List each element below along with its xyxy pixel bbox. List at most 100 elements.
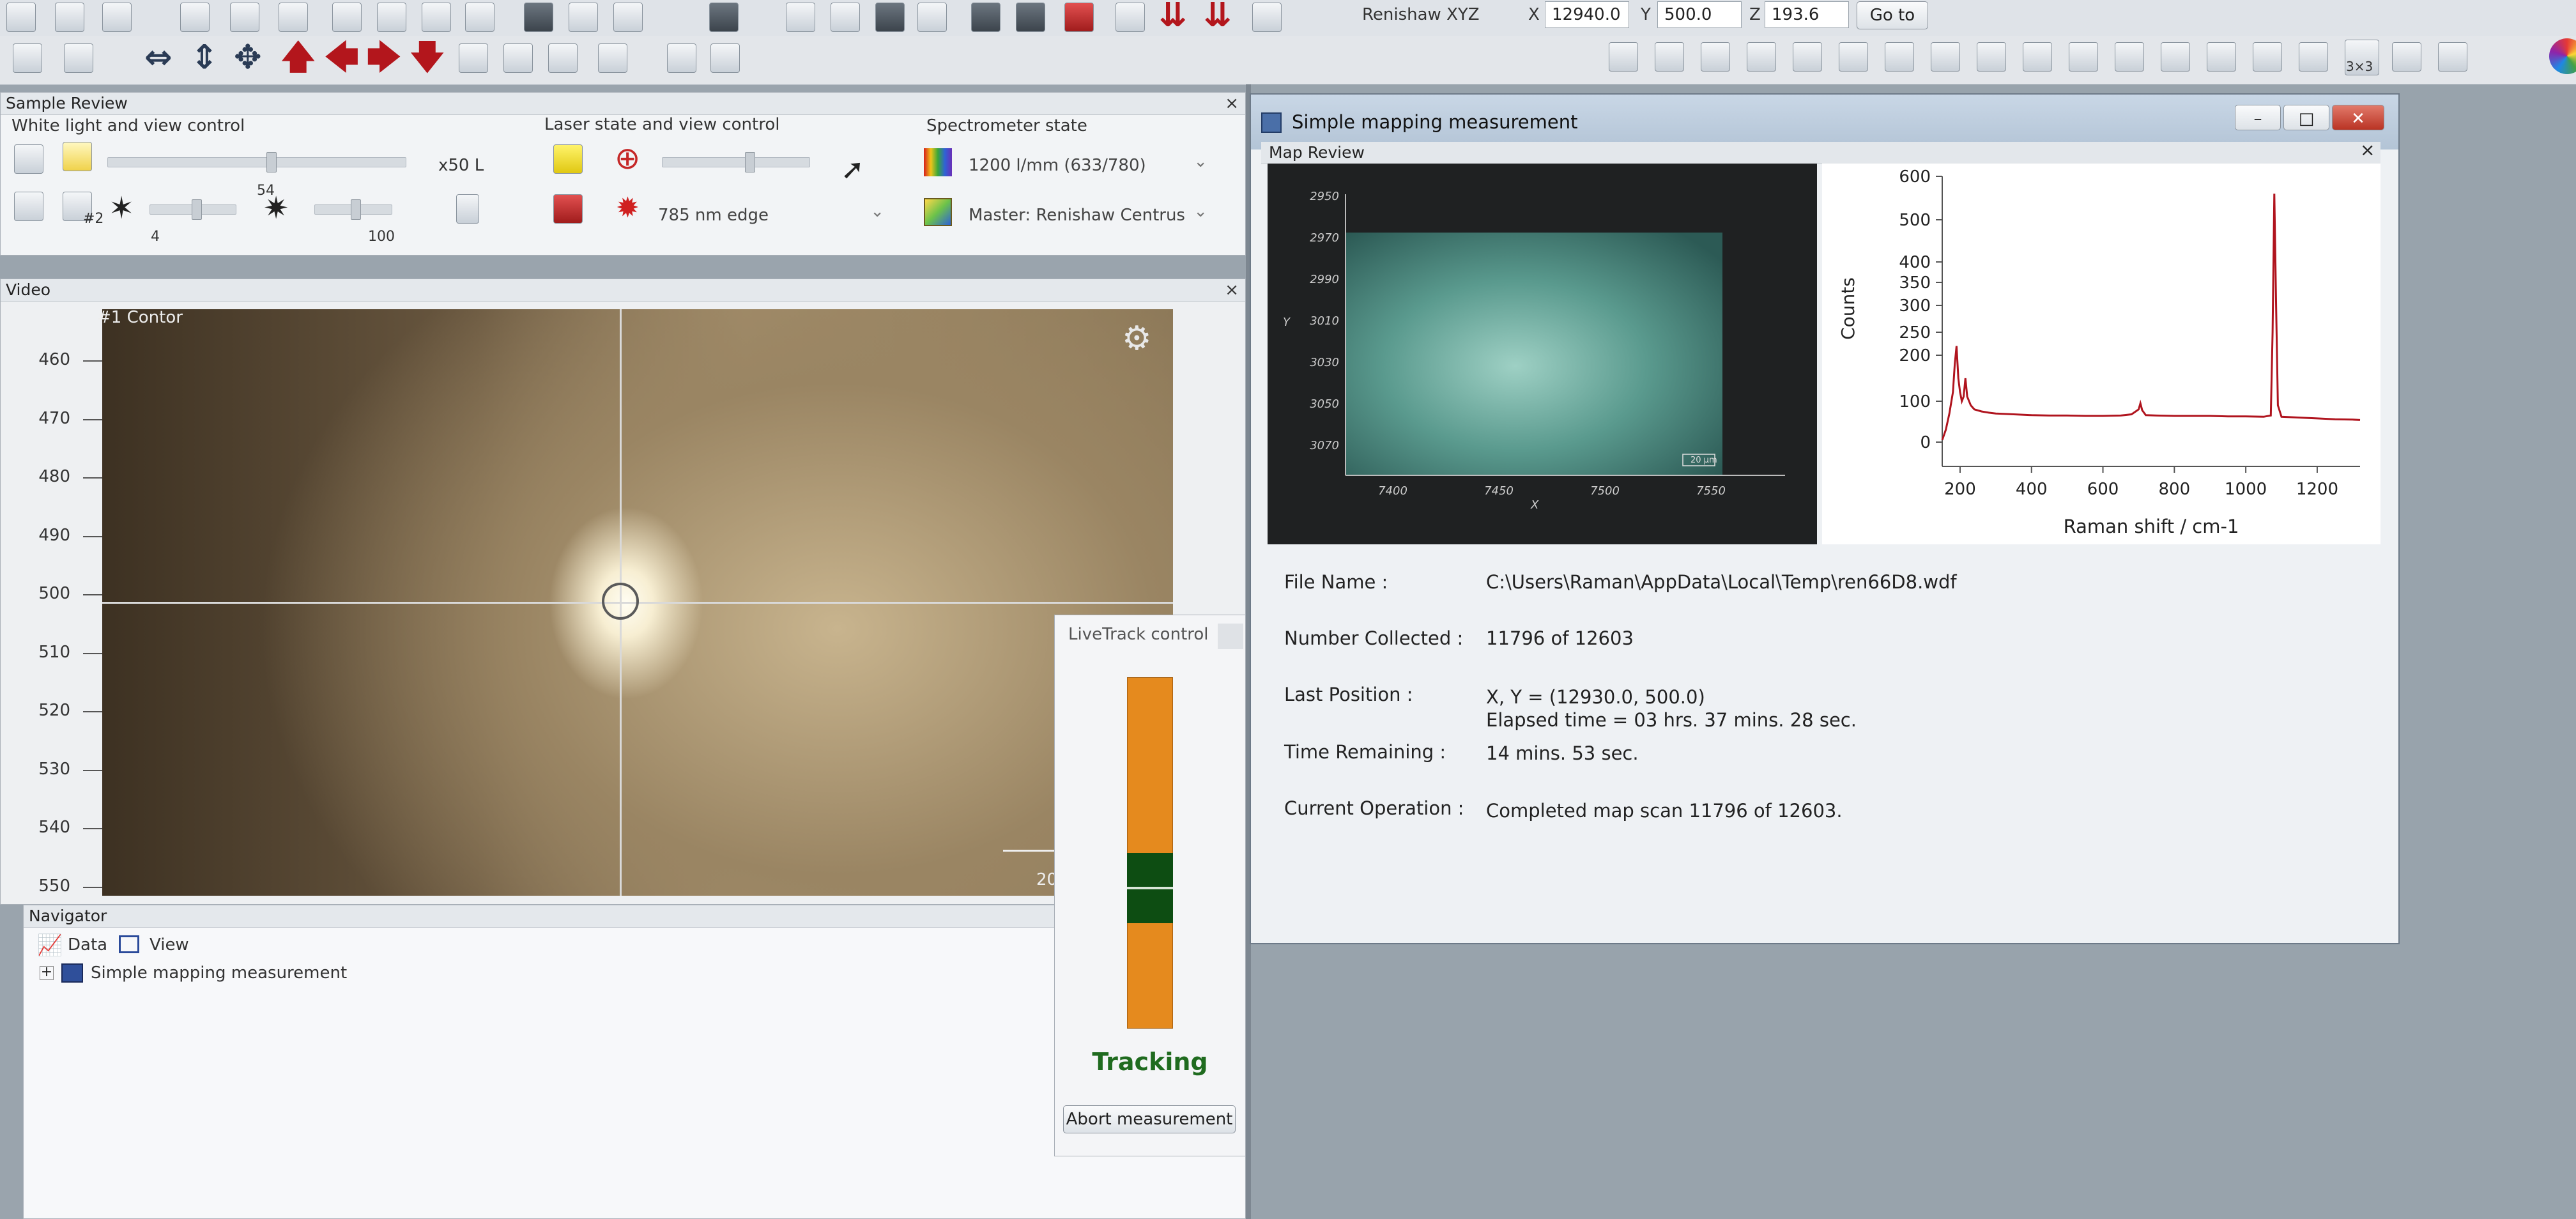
- chart-edit-icon[interactable]: [1252, 3, 1282, 32]
- camera-icon[interactable]: [14, 144, 43, 174]
- chain-icon[interactable]: [2253, 42, 2282, 72]
- go-to-button[interactable]: Go to: [1857, 1, 1928, 29]
- spectrum-x-tick: 600: [2087, 480, 2119, 499]
- probe-icon[interactable]: [917, 3, 947, 32]
- fast-down-icon[interactable]: ⇊: [1204, 0, 1232, 32]
- xyz-icon[interactable]: [377, 3, 406, 32]
- maximize-button[interactable]: □: [2283, 105, 2329, 130]
- grating-icon: [924, 148, 952, 176]
- tab-data[interactable]: Data: [68, 935, 107, 954]
- tab-view[interactable]: View: [150, 935, 189, 954]
- gain-slider-thumb[interactable]: [351, 199, 362, 220]
- spectrum-compare-icon[interactable]: [2069, 42, 2098, 72]
- spectrum-chart[interactable]: 0100200250300350400500600200 400 600 800 100…: [1822, 164, 2380, 544]
- pls-icon[interactable]: [1931, 42, 1960, 72]
- laser-icon[interactable]: [786, 3, 815, 32]
- camera-tool-icon[interactable]: [102, 3, 132, 32]
- spectrum-peaks-icon[interactable]: [1793, 42, 1822, 72]
- derivative-icon[interactable]: [2115, 42, 2144, 72]
- spectrum-subtract-icon[interactable]: [2299, 42, 2328, 72]
- map-review-close-icon[interactable]: ×: [2360, 139, 2375, 160]
- move-left-icon[interactable]: 🡄: [325, 41, 359, 74]
- export-image-icon[interactable]: [710, 43, 740, 73]
- zoom-icon[interactable]: [459, 43, 488, 73]
- spectrum-line-icon[interactable]: [1655, 42, 1684, 72]
- map-setup-icon[interactable]: [332, 3, 362, 32]
- camera-settings-icon[interactable]: [14, 192, 43, 221]
- grid-icon[interactable]: [598, 43, 627, 73]
- x-coordinate-field[interactable]: 12940.0: [1545, 1, 1629, 28]
- measure-setup-icon[interactable]: [180, 3, 210, 32]
- laser-shutter-icon[interactable]: [553, 194, 583, 224]
- record-icon[interactable]: [1064, 3, 1094, 32]
- abort-measurement-button[interactable]: Abort measurement: [1063, 1105, 1236, 1133]
- image-icon[interactable]: [503, 43, 533, 73]
- close-button[interactable]: ✕: [2332, 105, 2384, 130]
- z-coordinate-field[interactable]: 193.6: [1765, 1, 1849, 28]
- lamp-icon[interactable]: [63, 142, 92, 171]
- spectrum-fit-icon[interactable]: [1885, 42, 1914, 72]
- spectrum-y-tick: 300: [1899, 296, 1931, 316]
- overlay-icon[interactable]: [667, 43, 696, 73]
- autofocus-icon[interactable]: [456, 194, 479, 224]
- pointer-tool-icon[interactable]: [13, 43, 42, 73]
- probe-tool-icon[interactable]: [64, 43, 93, 73]
- edit-icon[interactable]: [569, 3, 598, 32]
- move-up-icon[interactable]: 🡅: [281, 41, 315, 74]
- expand-tree-icon[interactable]: +: [40, 965, 54, 980]
- spectrum-baseline-icon[interactable]: [1609, 42, 1638, 72]
- map-image[interactable]: [1346, 233, 1722, 475]
- laser-spot-target-icon: [602, 583, 639, 620]
- video-close-icon[interactable]: ×: [1225, 279, 1239, 301]
- exposure-slider-thumb[interactable]: [192, 199, 202, 220]
- laser-power-slider-track[interactable]: [662, 157, 810, 167]
- y-coordinate-field[interactable]: 500.0: [1657, 1, 1742, 28]
- link-icon[interactable]: [1116, 3, 1145, 32]
- sample-review-close-icon[interactable]: ×: [1225, 93, 1239, 114]
- spectrum-export-icon[interactable]: [2438, 42, 2467, 72]
- scan-icon[interactable]: [279, 3, 308, 32]
- lock-icon[interactable]: [875, 3, 905, 32]
- laser-power-slider-thumb[interactable]: [744, 152, 755, 172]
- detector-select[interactable]: Master: Renishaw Centrus 3C5F: [969, 202, 1211, 229]
- expand-horizontal-icon[interactable]: ⇔: [144, 41, 172, 74]
- laser-target-icon[interactable]: [553, 144, 583, 174]
- laser-select[interactable]: 785 nm edge: [658, 198, 888, 229]
- minimize-button[interactable]: –: [2235, 105, 2281, 130]
- brightness-slider-track[interactable]: [107, 157, 406, 167]
- run-icon[interactable]: [230, 3, 259, 32]
- spectrum-area-icon[interactable]: [1701, 42, 1730, 72]
- spectrum-cursor-icon[interactable]: [1839, 42, 1868, 72]
- file-icon[interactable]: [465, 3, 494, 32]
- exposure-max-icon[interactable]: ✷: [263, 190, 289, 226]
- tools-icon[interactable]: [613, 3, 643, 32]
- brightness-slider-thumb[interactable]: [266, 152, 277, 172]
- tree-item-measurement[interactable]: Simple mapping measurement: [91, 963, 347, 983]
- objective-icon[interactable]: [422, 3, 451, 32]
- exposure-min-icon[interactable]: ✶: [109, 190, 134, 226]
- move-right-icon[interactable]: 🡆: [367, 41, 401, 74]
- save-icon[interactable]: [524, 3, 553, 32]
- montage-icon[interactable]: [548, 43, 578, 73]
- video-settings-icon[interactable]: ⚙: [1122, 319, 1152, 358]
- snapshot-icon[interactable]: [55, 3, 84, 32]
- grating-select[interactable]: 1200 l/mm (633/780): [969, 148, 1211, 179]
- move-down-icon[interactable]: 🡇: [410, 41, 444, 74]
- spectrum-bars-icon[interactable]: [1747, 42, 1776, 72]
- move-all-icon[interactable]: ✥: [234, 41, 262, 74]
- expand-vertical-icon[interactable]: ⇕: [190, 41, 218, 74]
- acquire-icon[interactable]: [6, 3, 36, 32]
- table-icon[interactable]: [2023, 42, 2052, 72]
- livetrack-close-box[interactable]: [1218, 624, 1243, 649]
- laser-power-icon[interactable]: ⊕: [615, 141, 640, 176]
- video-y-tick: 470: [38, 408, 70, 428]
- spectrum-smooth-icon[interactable]: [2207, 42, 2236, 72]
- spectrum-noise-icon[interactable]: [2161, 42, 2190, 72]
- step-down-icon[interactable]: ⇊: [1159, 0, 1187, 32]
- stop-icon[interactable]: [1016, 3, 1045, 32]
- play-icon[interactable]: [971, 3, 1000, 32]
- shutter-icon[interactable]: [831, 3, 860, 32]
- spectrum-normalize-icon[interactable]: [2392, 42, 2421, 72]
- mask-icon[interactable]: [1977, 42, 2006, 72]
- stage-icon[interactable]: [709, 3, 739, 32]
